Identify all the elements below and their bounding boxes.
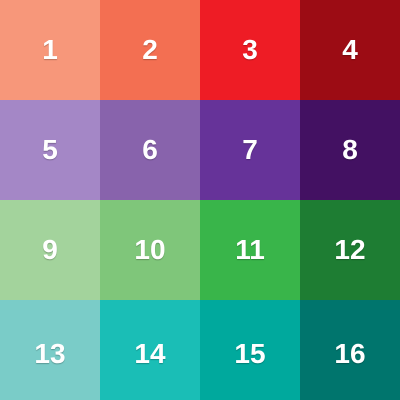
tile-1[interactable]: 1: [0, 0, 100, 100]
tile-6[interactable]: 6: [100, 100, 200, 200]
tile-label: 3: [242, 34, 258, 65]
tile-4[interactable]: 4: [300, 0, 400, 100]
tile-7[interactable]: 7: [200, 100, 300, 200]
tile-label: 7: [242, 134, 258, 165]
tile-10[interactable]: 10: [100, 200, 200, 300]
tile-label: 1: [42, 34, 58, 65]
tile-label: 11: [235, 234, 265, 265]
tile-label: 2: [142, 34, 158, 65]
tile-label: 6: [142, 134, 158, 165]
tile-16[interactable]: 16: [300, 300, 400, 400]
tile-15[interactable]: 15: [200, 300, 300, 400]
tile-label: 9: [42, 234, 58, 265]
tile-label: 8: [342, 134, 358, 165]
tile-label: 15: [234, 338, 266, 369]
tile-3[interactable]: 3: [200, 0, 300, 100]
tile-label: 13: [34, 338, 66, 369]
tile-label: 10: [134, 234, 166, 265]
tile-8[interactable]: 8: [300, 100, 400, 200]
tile-14[interactable]: 14: [100, 300, 200, 400]
tile-label: 16: [334, 338, 366, 369]
tile-13[interactable]: 13: [0, 300, 100, 400]
tile-12[interactable]: 12: [300, 200, 400, 300]
tile-11[interactable]: 11: [200, 200, 300, 300]
tile-board: 1 2 3 4 5 6 7 8 9 10 11 12 13 14 15 16: [0, 0, 400, 400]
tile-label: 12: [334, 234, 366, 265]
tile-label: 14: [134, 338, 166, 369]
tile-5[interactable]: 5: [0, 100, 100, 200]
tile-2[interactable]: 2: [100, 0, 200, 100]
tile-label: 5: [42, 134, 58, 165]
tile-label: 4: [342, 34, 358, 65]
tile-9[interactable]: 9: [0, 200, 100, 300]
